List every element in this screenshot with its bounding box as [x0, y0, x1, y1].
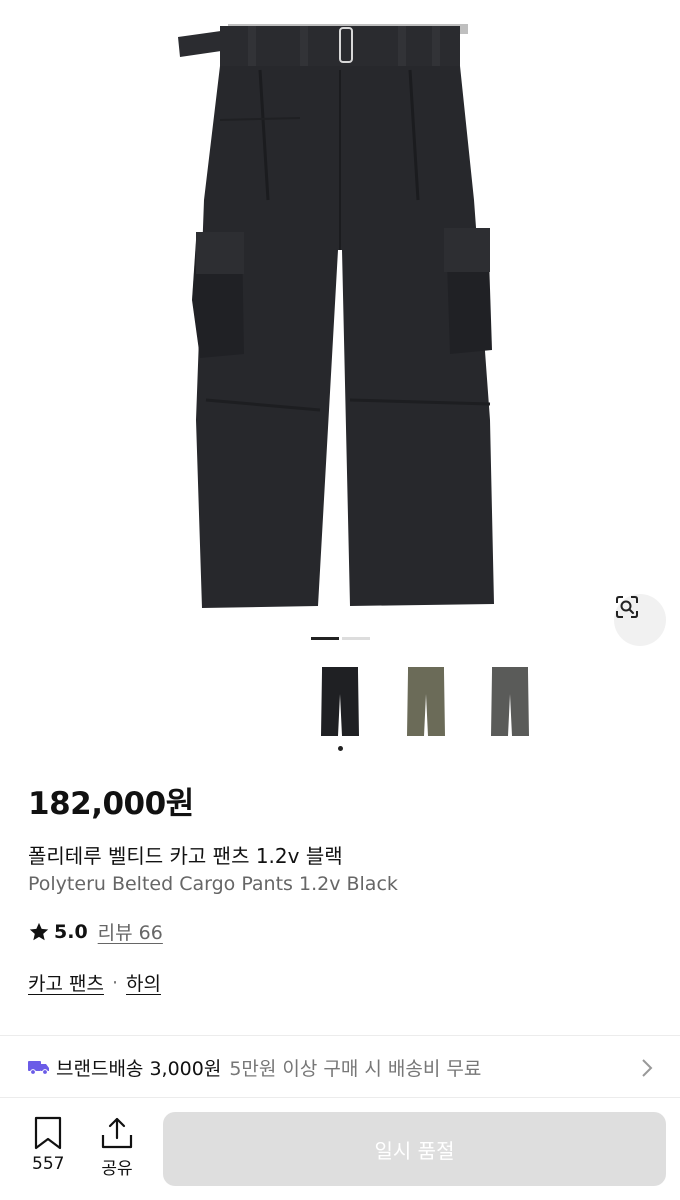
- share-label: 공유: [101, 1159, 133, 1179]
- lens-search-icon: [616, 596, 638, 618]
- swatch-gray[interactable]: [488, 664, 532, 740]
- color-swatch-list: [0, 664, 680, 754]
- share-button[interactable]: 공유: [100, 1116, 134, 1179]
- selected-swatch-indicator: [338, 746, 343, 751]
- rating-score: 5.0: [54, 920, 88, 943]
- truck-icon: [28, 1061, 49, 1075]
- product-hero-image[interactable]: [0, 0, 680, 650]
- shipping-fee-label: 브랜드배송 3,000원: [56, 1057, 222, 1080]
- category-separator: ·: [111, 971, 119, 994]
- pager-segment: [342, 637, 370, 640]
- pager-segment-active: [311, 637, 339, 640]
- product-price: 182,000원: [28, 786, 194, 822]
- product-name-english: Polyteru Belted Cargo Pants 1.2v Black: [28, 873, 398, 895]
- swatch-black[interactable]: [318, 664, 362, 740]
- free-shipping-note: 5만원 이상 구매 시 배송비 무료: [229, 1057, 482, 1080]
- swatch-olive[interactable]: [404, 664, 448, 740]
- bottom-action-bar: 557 공유 일시 품절: [0, 1098, 680, 1200]
- image-pager: [311, 637, 370, 640]
- bookmark-button[interactable]: 557: [32, 1116, 64, 1174]
- product-name-korean: 폴리테루 벨티드 카고 팬츠 1.2v 블랙: [28, 844, 343, 868]
- category-breadcrumb: 카고 팬츠 · 하의: [28, 969, 161, 996]
- bookmark-icon: [35, 1116, 62, 1150]
- lens-search-button[interactable]: [614, 594, 666, 646]
- share-icon: [101, 1117, 133, 1149]
- pants-illustration: [178, 24, 494, 608]
- sold-out-button[interactable]: 일시 품절: [163, 1112, 666, 1186]
- star-icon: [29, 922, 49, 940]
- category-link-bottoms[interactable]: 하의: [126, 969, 161, 996]
- chevron-right-icon: [642, 1059, 653, 1077]
- review-link[interactable]: 리뷰 66: [98, 918, 163, 945]
- bookmark-count: 557: [32, 1154, 65, 1174]
- product-rating: 5.0 리뷰 66: [28, 918, 163, 945]
- shipping-info-row[interactable]: 브랜드배송 3,000원 5만원 이상 구매 시 배송비 무료: [0, 1036, 680, 1098]
- category-link-cargo-pants[interactable]: 카고 팬츠: [28, 969, 104, 996]
